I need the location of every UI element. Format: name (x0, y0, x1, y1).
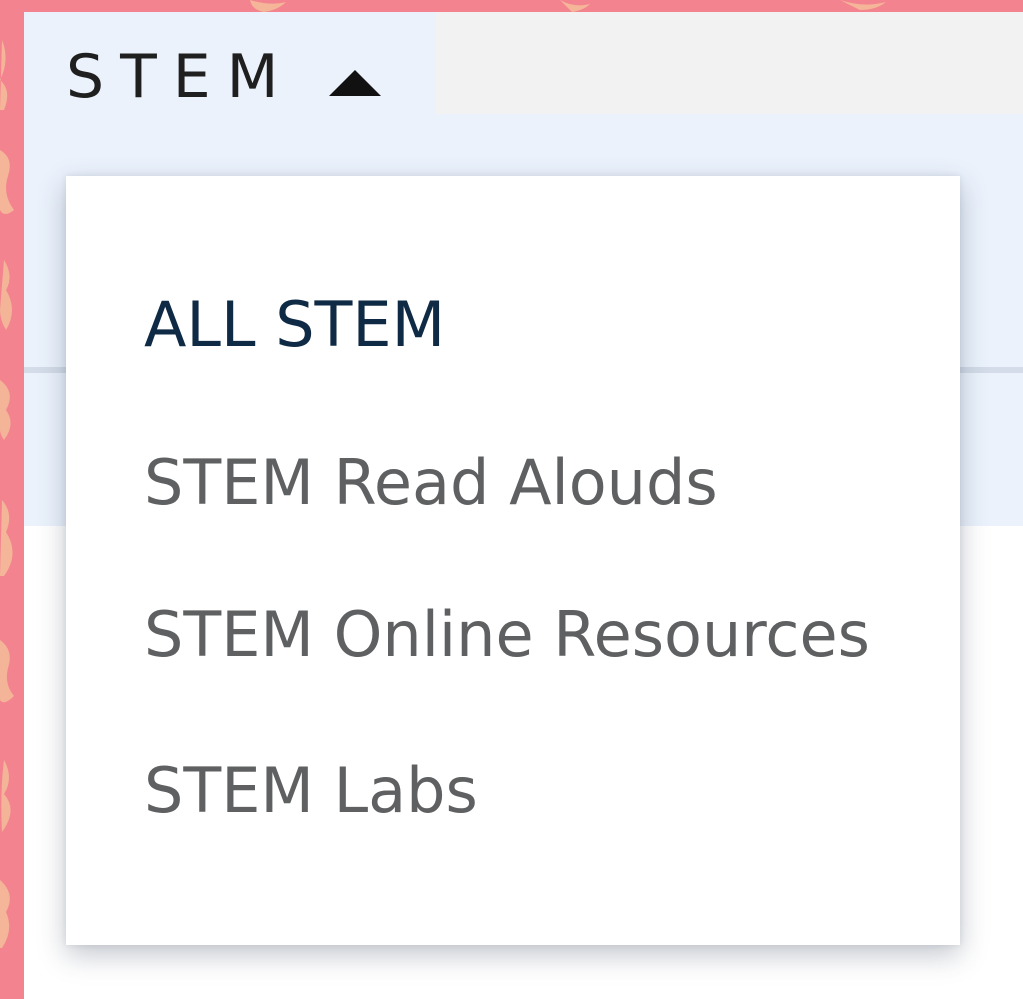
caret-up-icon (329, 70, 381, 96)
menu-item-stem-online-resources[interactable]: STEM Online Resources (144, 598, 870, 672)
stem-menu-label: STEM (66, 42, 295, 112)
menu-item-stem-labs[interactable]: STEM Labs (144, 754, 478, 828)
nav-top-strip (436, 12, 1023, 114)
stem-dropdown-menu: ALL STEM STEM Read Alouds STEM Online Re… (66, 176, 960, 945)
page-content: STEM ALL STEM STEM Read Alouds STEM Onli… (24, 12, 1023, 999)
stem-menu-toggle[interactable]: STEM (24, 12, 436, 118)
menu-item-all-stem[interactable]: ALL STEM (144, 288, 445, 362)
menu-item-stem-read-alouds[interactable]: STEM Read Alouds (144, 446, 718, 520)
